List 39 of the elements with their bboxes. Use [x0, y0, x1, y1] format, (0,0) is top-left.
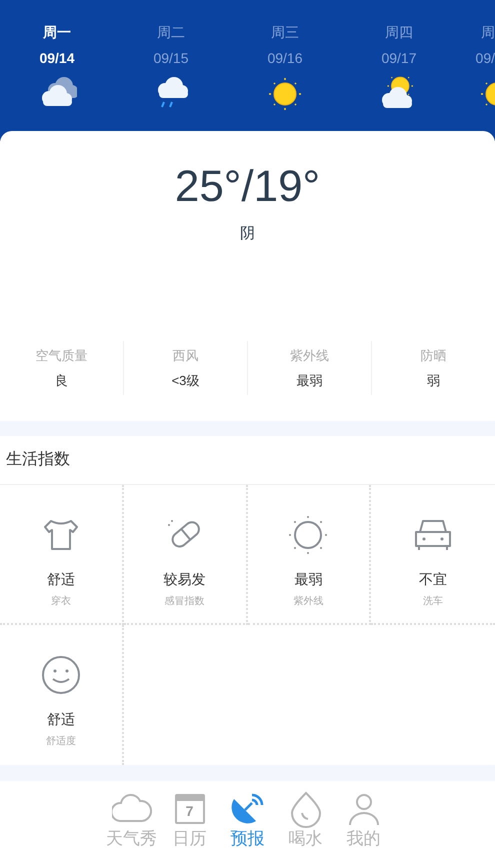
weather-condition: 阴	[240, 224, 255, 244]
stat-label: 防晒	[420, 346, 446, 365]
index-label: 舒适度	[46, 734, 76, 749]
index-value: 较易发	[164, 570, 206, 589]
sun-icon	[288, 514, 328, 555]
index-value: 最弱	[294, 570, 322, 589]
index-label: 感冒指数	[164, 594, 205, 609]
index-value: 舒适	[46, 570, 75, 589]
day-name[interactable]: 周一	[43, 22, 71, 42]
tab-item[interactable]: 我的	[338, 789, 390, 849]
stat-label: 空气质量	[36, 346, 88, 365]
smiley-icon	[40, 654, 81, 695]
stat-value: 最弱	[296, 372, 322, 390]
day-date[interactable]: 09/17	[381, 48, 417, 68]
day-name[interactable]: 周二	[157, 22, 185, 42]
day-date[interactable]: 09/15	[153, 48, 189, 68]
tab-item[interactable]: 喝水	[280, 789, 332, 849]
index-label: 洗车	[423, 594, 444, 609]
day-name[interactable]: 周	[481, 22, 495, 42]
stat-label: 西风	[172, 346, 198, 365]
index-label: 紫外线	[293, 594, 324, 609]
day-date[interactable]: 09/14	[39, 48, 75, 68]
index-value: 不宜	[419, 570, 448, 589]
stat-value: 良	[55, 372, 68, 390]
tab-item[interactable]: 7 日历	[164, 789, 216, 849]
tab-item[interactable]: 预报	[222, 789, 274, 849]
stat-value: 弱	[427, 372, 440, 390]
section-title: 生活指数	[5, 450, 71, 470]
calendar-icon: 7	[174, 794, 204, 824]
stat-value: <3级	[172, 372, 200, 390]
day-name[interactable]: 周四	[385, 22, 413, 42]
day-name[interactable]: 周三	[271, 22, 299, 42]
stat-label: 紫外线	[290, 346, 329, 365]
day-date[interactable]: 09/	[476, 48, 495, 68]
tab-item[interactable]: 天气秀	[106, 789, 158, 849]
index-label: 穿衣	[50, 594, 71, 609]
index-value: 舒适	[46, 710, 75, 729]
day-date[interactable]: 09/16	[267, 48, 303, 68]
temperature: 25°/19°	[174, 161, 320, 214]
